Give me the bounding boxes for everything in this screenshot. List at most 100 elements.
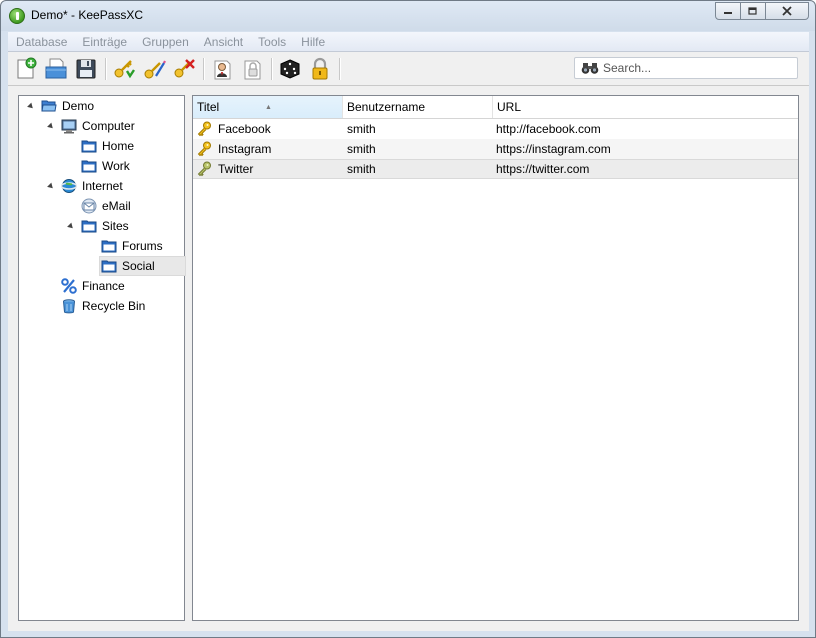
save-database-button[interactable] — [74, 57, 98, 81]
entry-url: https://instagram.com — [496, 142, 611, 156]
floppy-disk-icon — [76, 59, 96, 79]
table-row[interactable]: Facebook smith http://facebook.com — [193, 119, 798, 139]
tree-item-social[interactable]: Social — [99, 256, 186, 276]
minimize-icon — [724, 12, 732, 14]
search-box[interactable] — [574, 57, 798, 79]
tree-item-finance[interactable]: Finance — [61, 276, 125, 296]
tree-item-email[interactable]: eMail — [81, 196, 131, 216]
toolbar-separator — [203, 58, 205, 80]
tree-item-work[interactable]: Work — [81, 156, 130, 176]
search-input[interactable] — [603, 60, 791, 76]
entry-table[interactable]: Titel ▲ Benutzername URL Facebook smith … — [192, 95, 799, 621]
binoculars-icon — [581, 63, 599, 74]
new-document-icon — [17, 57, 37, 79]
tree-item-internet[interactable]: Internet — [61, 176, 123, 196]
entry-title: Facebook — [218, 122, 271, 136]
menu-entries[interactable]: Einträge — [74, 35, 134, 49]
key-edit-icon — [144, 60, 166, 79]
window-controls — [715, 2, 809, 20]
folder-icon — [81, 160, 97, 173]
recycle-bin-icon — [63, 299, 75, 314]
folder-icon — [101, 240, 117, 253]
menu-groups[interactable]: Gruppen — [134, 35, 196, 49]
padlock-icon — [312, 57, 328, 80]
entry-title: Instagram — [218, 142, 272, 156]
expand-arrow-icon[interactable] — [47, 182, 55, 191]
menu-help[interactable]: Hilfe — [293, 35, 332, 49]
close-button[interactable] — [765, 2, 809, 20]
envelope-icon — [81, 198, 97, 214]
minimize-button[interactable] — [715, 2, 741, 20]
expand-arrow-icon[interactable] — [67, 222, 75, 231]
column-header-url[interactable]: URL — [493, 96, 798, 118]
tree-item-forums[interactable]: Forums — [101, 236, 163, 256]
column-header-label: Benutzername — [347, 100, 426, 114]
tree-item-label: Computer — [82, 119, 135, 133]
maximize-button[interactable] — [740, 2, 766, 20]
password-generator-button[interactable] — [278, 57, 302, 81]
lock-database-button[interactable] — [308, 57, 332, 81]
add-entry-button[interactable] — [112, 57, 136, 81]
table-row[interactable]: Twitter smith https://twitter.com — [193, 159, 798, 179]
tree-item-label: Work — [102, 159, 130, 173]
menu-view[interactable]: Ansicht — [196, 35, 250, 49]
tree-item-label: Home — [102, 139, 135, 153]
copy-password-button[interactable] — [240, 57, 264, 81]
folder-icon — [101, 260, 117, 273]
tree-item-label: Recycle Bin — [82, 299, 146, 313]
user-icon — [214, 60, 231, 80]
close-icon — [782, 6, 792, 16]
column-header-label: URL — [497, 100, 522, 114]
copy-username-button[interactable] — [210, 57, 234, 81]
title-bar[interactable]: Demo* - KeePassXC — [1, 1, 815, 31]
menu-bar: Database Einträge Gruppen Ansicht Tools … — [8, 32, 809, 52]
sort-ascending-icon: ▲ — [265, 104, 272, 111]
tree-item-demo[interactable]: Demo — [41, 96, 94, 116]
globe-icon — [61, 179, 77, 193]
entry-url: https://twitter.com — [496, 162, 590, 176]
tree-item-recycle-bin[interactable]: Recycle Bin — [61, 296, 145, 316]
tree-item-home[interactable]: Home — [81, 136, 134, 156]
tree-item-label: Demo — [62, 99, 95, 113]
folder-icon — [81, 220, 97, 233]
folder-open-icon — [41, 100, 57, 112]
key-add-icon — [114, 60, 135, 79]
tree-item-label: Sites — [102, 219, 129, 233]
tree-item-label: Finance — [82, 279, 125, 293]
tree-item-computer[interactable]: Computer — [61, 116, 135, 136]
password-copy-icon — [244, 60, 261, 80]
open-database-button[interactable] — [44, 57, 68, 81]
expand-arrow-icon[interactable] — [27, 102, 35, 111]
tree-item-label: Forums — [122, 239, 163, 253]
tree-item-label: Internet — [82, 179, 123, 193]
expand-arrow-icon[interactable] — [47, 122, 55, 131]
key-icon — [197, 121, 211, 137]
monitor-icon — [61, 119, 77, 134]
dice-icon — [280, 59, 300, 79]
toolbar-separator — [339, 58, 341, 80]
toolbar — [8, 52, 809, 86]
toolbar-separator — [105, 58, 107, 80]
window-title: Demo* - KeePassXC — [31, 8, 144, 22]
column-header-label: Titel — [197, 100, 220, 114]
delete-entry-button[interactable] — [172, 57, 196, 81]
key-icon — [197, 141, 211, 157]
menu-database[interactable]: Database — [8, 35, 74, 49]
key-delete-icon — [174, 59, 195, 78]
entry-username: smith — [347, 162, 376, 176]
tree-item-label: eMail — [102, 199, 131, 213]
table-row[interactable]: Instagram smith https://instagram.com — [193, 139, 798, 159]
group-tree[interactable]: Demo Computer Home Work Internet eMail S… — [18, 95, 186, 621]
column-header-username[interactable]: Benutzername — [343, 96, 493, 118]
key-icon — [197, 161, 211, 177]
new-database-button[interactable] — [14, 57, 38, 81]
edit-entry-button[interactable] — [142, 57, 166, 81]
menu-tools[interactable]: Tools — [250, 35, 293, 49]
entry-username: smith — [347, 142, 376, 156]
toolbar-separator — [271, 58, 273, 80]
percent-icon — [61, 278, 77, 294]
tree-item-label: Social — [122, 259, 155, 273]
column-header-title[interactable]: Titel ▲ — [193, 96, 343, 118]
entry-username: smith — [347, 122, 376, 136]
tree-item-sites[interactable]: Sites — [81, 216, 129, 236]
